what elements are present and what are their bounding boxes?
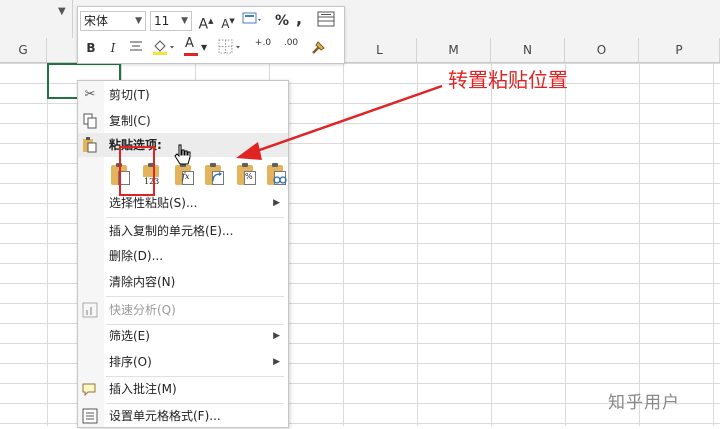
menu-item-format-cells[interactable]: 设置单元格格式(F)... <box>78 404 288 428</box>
menu-item-insert-comment[interactable]: 插入批注(M) <box>78 377 288 401</box>
menu-item-paste-special[interactable]: 选择性粘贴(S)... ▶ <box>78 191 288 215</box>
menu-item-label: 设置单元格格式(F)... <box>109 409 221 423</box>
hand-cursor-icon <box>174 144 191 165</box>
menu-item-insert-copied-cells[interactable]: 插入复制的单元格(E)... <box>78 219 288 243</box>
chevron-down-icon: ▼ <box>135 16 142 26</box>
formula-bar-divider <box>72 0 73 38</box>
menu-item-filter[interactable]: 筛选(E) ▶ <box>78 324 288 348</box>
formula-label: fx <box>182 172 190 181</box>
column-header-n[interactable]: N <box>491 38 565 62</box>
column-header-l[interactable]: L <box>343 38 417 62</box>
table-format-icon <box>317 11 335 27</box>
font-size-value: 11 <box>154 14 170 28</box>
paste-transpose-icon[interactable] <box>202 163 226 187</box>
borders-button[interactable] <box>216 38 244 58</box>
column-header-p[interactable]: P <box>639 38 720 62</box>
decrease-decimal-button[interactable]: .00 <box>278 38 304 58</box>
submenu-arrow-icon: ▶ <box>273 357 280 367</box>
increase-decimal-button[interactable]: +.0 <box>250 38 276 58</box>
menu-item-label: 插入复制的单元格(E)... <box>109 224 234 238</box>
clipboard-icon <box>82 137 98 153</box>
align-center-button[interactable] <box>126 38 146 58</box>
paint-bucket-icon <box>153 40 174 55</box>
menu-item-label: 快速分析(Q) <box>109 303 176 317</box>
column-header-o[interactable]: O <box>565 38 639 62</box>
font-color-icon: A <box>185 36 194 51</box>
annotation-callout-text: 转置粘贴位置 <box>448 68 568 92</box>
increase-decimal-icon: +.0 <box>254 38 272 48</box>
font-name-value: 宋体 <box>84 14 109 28</box>
percent-style-button[interactable]: % <box>274 11 290 31</box>
fill-color-button[interactable] <box>150 38 178 58</box>
number-format-button[interactable] <box>240 11 266 31</box>
format-painter-icon <box>312 41 325 54</box>
name-box-dropdown-icon[interactable]: ▼ <box>58 6 66 17</box>
link-icon <box>273 176 287 184</box>
format-cells-button[interactable] <box>314 11 338 31</box>
percent-label: % <box>245 172 253 181</box>
menu-item-quick-analysis: 快速分析(Q) <box>78 298 288 322</box>
font-color-button[interactable]: A ▼ <box>182 36 210 58</box>
submenu-arrow-icon: ▶ <box>273 331 280 341</box>
italic-button[interactable]: I <box>104 38 122 58</box>
font-color-swatch <box>184 53 198 56</box>
menu-divider <box>106 296 284 297</box>
annotation-arrow-icon <box>236 84 443 160</box>
menu-item-clear-contents[interactable]: 清除内容(N) <box>78 270 288 294</box>
format-painter-button[interactable] <box>308 38 330 58</box>
menu-item-sort[interactable]: 排序(O) ▶ <box>78 350 288 374</box>
menu-item-label: 复制(C) <box>109 114 151 128</box>
column-header-m[interactable]: M <box>417 38 491 62</box>
menu-item-delete[interactable]: 删除(D)... <box>78 244 288 268</box>
decrease-decimal-icon: .00 <box>283 38 299 48</box>
comment-icon <box>82 381 98 397</box>
chevron-down-icon: ▼ <box>201 43 208 52</box>
font-size-dropdown[interactable]: 11 ▼ <box>150 11 192 31</box>
menu-item-label: 排序(O) <box>109 355 152 369</box>
submenu-arrow-icon: ▶ <box>273 198 280 208</box>
paste-formatting-icon[interactable]: % <box>234 163 258 187</box>
paste-link-icon[interactable] <box>264 163 288 187</box>
grow-font-icon: A <box>198 16 209 33</box>
transpose-highlight-box <box>119 146 155 196</box>
copy-icon <box>82 113 98 129</box>
menu-item-label: 删除(D)... <box>109 249 164 263</box>
menu-item-label: 剪切(T) <box>109 88 150 102</box>
column-header-g[interactable]: G <box>0 38 47 62</box>
comma-style-button[interactable]: , <box>292 9 306 29</box>
shrink-font-button[interactable]: A▼ <box>218 11 238 31</box>
align-center-icon <box>130 41 142 51</box>
mini-toolbar: 宋体 ▼ 11 ▼ A▲ A▼ % , B I A ▼ +.0 .00 <box>77 6 345 64</box>
bold-button[interactable]: B <box>82 38 100 58</box>
scissors-icon: ✂ <box>84 87 96 102</box>
watermark-text: 知乎用户 <box>608 393 680 413</box>
menu-item-label: 筛选(E) <box>109 329 150 343</box>
font-name-dropdown[interactable]: 宋体 ▼ <box>80 11 146 31</box>
quick-analysis-icon <box>82 302 98 318</box>
chevron-down-icon: ▼ <box>181 16 188 26</box>
number-format-icon <box>242 12 261 24</box>
menu-item-label: 插入批注(M) <box>109 382 177 396</box>
grow-font-button[interactable]: A▲ <box>196 11 216 33</box>
menu-item-label: 清除内容(N) <box>109 275 176 289</box>
borders-icon <box>218 39 240 54</box>
menu-divider <box>106 217 284 218</box>
transpose-arrows-icon <box>212 172 222 182</box>
format-cells-icon <box>82 408 98 424</box>
